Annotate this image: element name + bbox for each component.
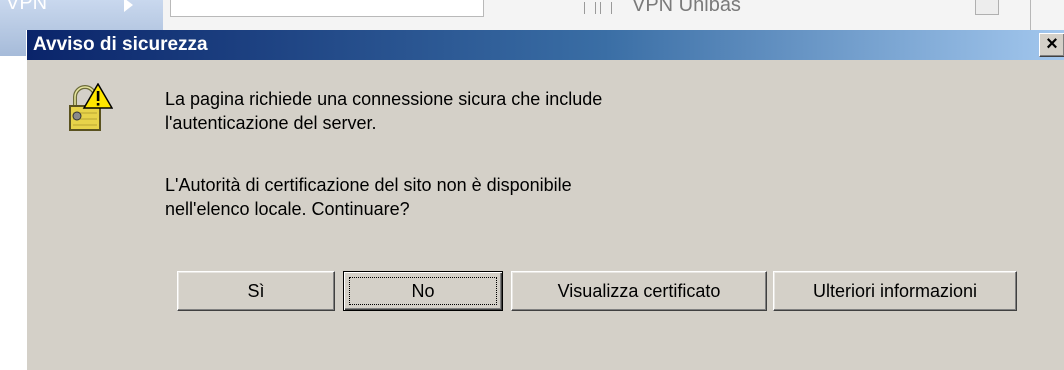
view-certificate-button[interactable]: Visualizza certificato [511, 271, 767, 311]
background-divider [1030, 0, 1031, 30]
focus-ring [349, 277, 497, 305]
dialog-title: Avviso di sicurezza [33, 34, 208, 55]
message-line: nell'elenco locale. Continuare? [165, 199, 410, 219]
security-warning-padlock-icon [69, 83, 113, 131]
play-arrow-icon [124, 0, 133, 12]
more-info-button[interactable]: Ulteriori informazioni [773, 271, 1017, 311]
background-column-divider [584, 2, 596, 14]
message-line: La pagina richiede una connessione sicur… [165, 89, 603, 109]
yes-button[interactable]: Sì [177, 271, 335, 311]
close-button[interactable]: × [1039, 33, 1064, 57]
background-vpn-label: VPN Unibas [632, 0, 741, 16]
message-line: L'Autorità di certificazione del sito no… [165, 175, 572, 195]
background-vpn-tab-label: VPN [6, 0, 48, 14]
background-small-button [975, 0, 999, 15]
background-column-divider [600, 2, 612, 14]
dialog-titlebar[interactable]: Avviso di sicurezza × [27, 30, 1064, 60]
no-button[interactable]: No [343, 271, 503, 311]
message-line: l'autenticazione del server. [165, 113, 377, 133]
security-warning-dialog: Avviso di sicurezza × La pagina richiede… [26, 30, 1064, 370]
close-icon: × [1046, 33, 1058, 55]
background-field [170, 0, 484, 17]
